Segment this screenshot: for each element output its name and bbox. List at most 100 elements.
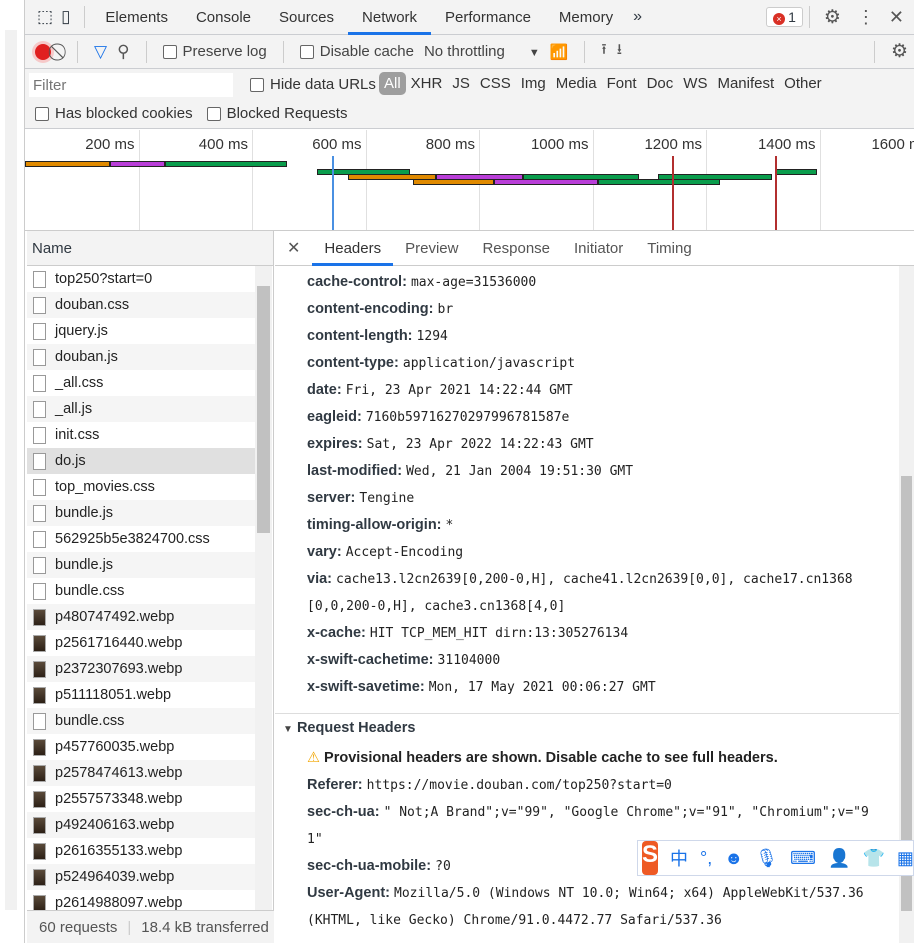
request-row[interactable]: p2372307693.webp xyxy=(27,656,255,682)
request-headers-section-toggle[interactable]: ▼ Request Headers xyxy=(283,720,415,736)
request-name: _all.js xyxy=(55,401,93,417)
type-filter-media[interactable]: Media xyxy=(551,72,602,95)
filter-funnel-icon[interactable]: ▽ xyxy=(94,42,107,62)
more-menu-icon[interactable]: ⋮ xyxy=(857,7,875,28)
transferred-size: 18.4 kB transferred xyxy=(141,918,269,936)
request-row[interactable]: douban.js xyxy=(27,344,255,370)
export-har-icon[interactable]: ⭳ xyxy=(617,39,622,64)
request-row[interactable]: bundle.js xyxy=(27,500,255,526)
search-icon[interactable]: ⚲ xyxy=(117,42,129,62)
request-row[interactable]: p2616355133.webp xyxy=(27,838,255,864)
request-name: p2616355133.webp xyxy=(55,843,183,859)
record-icon[interactable] xyxy=(35,43,51,60)
user-icon[interactable]: 👤 xyxy=(828,848,850,869)
keyboard-icon[interactable]: ⌨ xyxy=(790,848,816,869)
blocked-requests-checkbox[interactable]: Blocked Requests xyxy=(206,105,347,122)
request-row[interactable]: jquery.js xyxy=(27,318,255,344)
detail-tab-response[interactable]: Response xyxy=(470,231,562,266)
request-row[interactable]: p524964039.webp xyxy=(27,864,255,890)
has-blocked-cookies-checkbox[interactable]: Has blocked cookies xyxy=(35,105,193,122)
type-filter-doc[interactable]: Doc xyxy=(642,72,679,95)
header-name: content-length: xyxy=(307,328,413,344)
request-row[interactable]: p480747492.webp xyxy=(27,604,255,630)
tab-network[interactable]: Network xyxy=(348,0,432,35)
request-row[interactable]: top_movies.css xyxy=(27,474,255,500)
request-row[interactable]: p2561716440.webp xyxy=(27,630,255,656)
hide-data-urls-checkbox[interactable]: Hide data URLs xyxy=(250,76,376,93)
request-row[interactable]: p2578474613.webp xyxy=(27,760,255,786)
preserve-log-checkbox[interactable]: Preserve log xyxy=(162,43,267,60)
sogou-logo-icon[interactable]: S xyxy=(642,841,659,875)
close-devtools-icon[interactable]: ✕ xyxy=(889,7,904,28)
request-row[interactable]: p2557573348.webp xyxy=(27,786,255,812)
request-row[interactable]: bundle.css xyxy=(27,578,255,604)
microphone-icon[interactable]: 🎙 xyxy=(755,848,778,869)
inspect-element-icon[interactable]: ⬚ xyxy=(37,7,53,27)
detail-tab-timing[interactable]: Timing xyxy=(635,231,703,266)
hide-data-urls-label: Hide data URLs xyxy=(270,76,376,93)
detail-tab-headers[interactable]: Headers xyxy=(312,231,394,266)
network-settings-icon[interactable]: ⚙ xyxy=(891,40,908,63)
type-filter-img[interactable]: Img xyxy=(516,72,551,95)
request-row[interactable]: do.js xyxy=(27,448,255,474)
type-filter-css[interactable]: CSS xyxy=(475,72,516,95)
ime-punctuation[interactable]: °, xyxy=(700,848,712,869)
import-har-icon[interactable]: ⭱ xyxy=(601,39,606,64)
request-row[interactable]: p457760035.webp xyxy=(27,734,255,760)
type-filter-all[interactable]: All xyxy=(379,72,406,95)
tab-memory[interactable]: Memory xyxy=(545,0,627,35)
skin-shirt-icon[interactable]: 👕 xyxy=(862,848,884,869)
request-row[interactable]: top250?start=0 xyxy=(27,266,255,292)
type-filter-manifest[interactable]: Manifest xyxy=(712,72,779,95)
apps-grid-icon[interactable]: ▦ xyxy=(897,848,914,869)
header-value: Accept-Encoding xyxy=(345,545,464,560)
request-row[interactable]: p492406163.webp xyxy=(27,812,255,838)
document-file-icon xyxy=(33,270,46,288)
request-name: douban.js xyxy=(55,349,118,365)
type-filter-xhr[interactable]: XHR xyxy=(406,72,448,95)
request-row[interactable]: _all.js xyxy=(27,396,255,422)
tab-console[interactable]: Console xyxy=(182,0,265,35)
request-row[interactable]: p511118051.webp xyxy=(27,682,255,708)
network-toolbar: ⃠ ▽ ⚲ Preserve log Disable cache No thro… xyxy=(25,35,914,69)
network-conditions-icon[interactable]: 📶 xyxy=(550,43,569,61)
request-row[interactable]: init.css xyxy=(27,422,255,448)
document-file-icon xyxy=(33,504,46,522)
header-row: cache-control: max-age=31536000 xyxy=(307,274,536,290)
tab-sources[interactable]: Sources xyxy=(265,0,348,35)
settings-gear-icon[interactable]: ⚙ xyxy=(824,6,841,29)
request-list-scrollbar[interactable] xyxy=(255,266,272,910)
request-row[interactable]: douban.css xyxy=(27,292,255,318)
detail-tab-initiator[interactable]: Initiator xyxy=(562,231,635,266)
disable-cache-checkbox[interactable]: Disable cache xyxy=(299,43,414,60)
emoji-icon[interactable]: ☻ xyxy=(724,848,743,869)
tab-elements[interactable]: Elements xyxy=(91,0,182,35)
request-name: jquery.js xyxy=(55,323,108,339)
error-count-badge[interactable]: × 1 xyxy=(766,7,803,27)
ime-chinese-mode[interactable]: 中 xyxy=(670,845,688,871)
tab-performance[interactable]: Performance xyxy=(431,0,545,35)
request-row[interactable]: bundle.css xyxy=(27,708,255,734)
page-scrollbar[interactable] xyxy=(5,30,17,910)
more-tabs-button[interactable]: » xyxy=(633,8,642,26)
grid-line xyxy=(365,130,367,230)
detail-tab-preview[interactable]: Preview xyxy=(393,231,470,266)
request-name: p2561716440.webp xyxy=(55,635,183,651)
request-row[interactable]: bundle.js xyxy=(27,552,255,578)
type-filter-font[interactable]: Font xyxy=(602,72,642,95)
waterfall-segment-receive xyxy=(165,161,288,167)
network-overview-timeline[interactable]: 200 ms 400 ms 600 ms 800 ms 1000 ms 1200 ms 14… xyxy=(25,130,914,231)
type-filter-js[interactable]: JS xyxy=(447,72,475,95)
filter-input[interactable] xyxy=(29,73,233,97)
waterfall-segment-waiting xyxy=(25,161,111,167)
header-value-continued: [0,0,200-0,H], cache3.cn1368[4,0] xyxy=(307,599,566,614)
has-blocked-cookies-label: Has blocked cookies xyxy=(55,105,193,122)
type-filter-other[interactable]: Other xyxy=(779,72,827,95)
request-row[interactable]: _all.css xyxy=(27,370,255,396)
throttling-select[interactable]: No throttling ▼ xyxy=(424,43,540,60)
name-column-header[interactable]: Name xyxy=(27,231,273,266)
device-toolbar-icon[interactable]: ▯ xyxy=(61,7,70,27)
type-filter-ws[interactable]: WS xyxy=(678,72,712,95)
close-details-icon[interactable]: ✕ xyxy=(275,238,312,258)
request-row[interactable]: 562925b5e3824700.css xyxy=(27,526,255,552)
